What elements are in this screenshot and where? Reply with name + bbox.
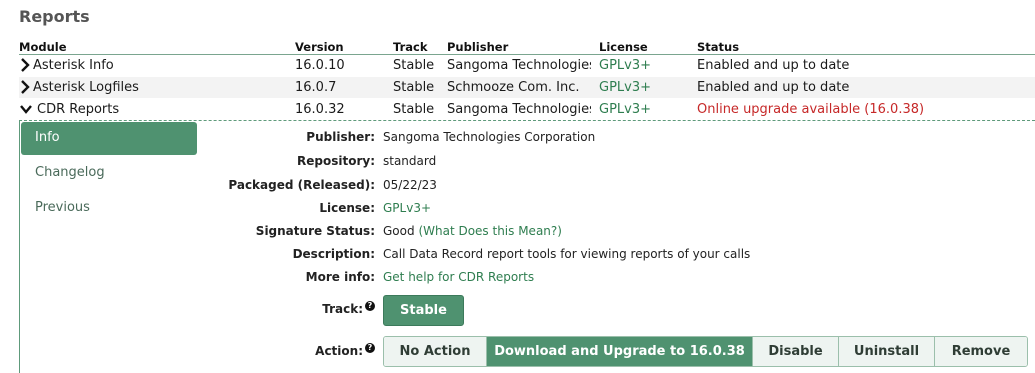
module-row-asterisk-info[interactable]: Asterisk Info 16.0.10 Stable Sangoma Tec… <box>19 55 1035 76</box>
download-upgrade-button[interactable]: Download and Upgrade to 16.0.38 <box>487 337 753 366</box>
sidebar-item-changelog[interactable]: Changelog <box>21 157 197 190</box>
column-header-module[interactable]: Module <box>19 40 67 54</box>
sidebar-item-previous[interactable]: Previous <box>21 192 197 225</box>
module-version: 16.0.32 <box>295 102 345 117</box>
help-circle-icon[interactable]: ? <box>365 301 375 311</box>
action-label-text: Action: <box>315 344 363 358</box>
action-button-group: No Action Download and Upgrade to 16.0.3… <box>383 336 1028 367</box>
description-value: Call Data Record report tools for viewin… <box>383 247 751 261</box>
track-label-text: Track: <box>322 302 363 316</box>
module-publisher: Sangoma Technologies Corporation <box>447 58 591 73</box>
module-license-link[interactable]: GPLv3+ <box>599 58 651 73</box>
module-track: Stable <box>393 80 435 95</box>
section-title: Reports <box>19 7 90 26</box>
publisher-label: Publisher: <box>306 130 375 144</box>
publisher-value: Sangoma Technologies Corporation <box>383 130 596 144</box>
details-divider <box>19 120 1035 121</box>
repository-label: Repository: <box>297 154 375 168</box>
repository-value: standard <box>383 154 437 168</box>
signature-status: Good <box>383 224 415 238</box>
module-version: 16.0.10 <box>295 58 345 73</box>
moreinfo-link[interactable]: Get help for CDR Reports <box>383 270 534 284</box>
signature-help-link[interactable]: (What Does this Mean?) <box>418 224 562 238</box>
description-label: Description: <box>292 247 375 261</box>
module-name: Asterisk Logfiles <box>33 80 139 95</box>
track-label: Track:? <box>322 301 375 316</box>
module-version: 16.0.7 <box>295 80 337 95</box>
module-publisher: Schmooze Com. Inc. <box>447 80 580 95</box>
module-license-link[interactable]: GPLv3+ <box>599 102 651 117</box>
chevron-down-icon[interactable] <box>20 102 32 116</box>
chevron-right-icon[interactable] <box>20 80 30 94</box>
column-header-publisher[interactable]: Publisher <box>447 40 508 54</box>
help-circle-icon[interactable]: ? <box>365 343 375 353</box>
remove-button[interactable]: Remove <box>935 337 1027 366</box>
chevron-right-icon[interactable] <box>20 58 30 72</box>
module-row-asterisk-logfiles[interactable]: Asterisk Logfiles 16.0.7 Stable Schmooze… <box>19 77 1035 98</box>
signature-label: Signature Status: <box>255 224 375 238</box>
module-name: CDR Reports <box>37 102 120 117</box>
column-header-status[interactable]: Status <box>697 40 739 54</box>
no-action-button[interactable]: No Action <box>384 337 487 366</box>
license-label: License: <box>319 201 375 215</box>
module-publisher: Sangoma Technologies Corporation <box>447 102 591 117</box>
signature-value: Good (What Does this Mean?) <box>383 224 562 238</box>
action-label: Action:? <box>315 343 375 358</box>
packaged-value: 05/22/23 <box>383 178 437 192</box>
details-border <box>19 121 20 373</box>
module-row-cdr-reports[interactable]: CDR Reports 16.0.32 Stable Sangoma Techn… <box>19 99 1035 120</box>
uninstall-button[interactable]: Uninstall <box>839 337 935 366</box>
column-header-license[interactable]: License <box>599 40 648 54</box>
column-header-version[interactable]: Version <box>295 40 344 54</box>
module-status: Enabled and up to date <box>697 58 850 73</box>
module-status-upgrade: Online upgrade available (16.0.38) <box>697 102 925 117</box>
module-license-link[interactable]: GPLv3+ <box>599 80 651 95</box>
column-header-track[interactable]: Track <box>393 40 427 54</box>
module-name: Asterisk Info <box>33 58 114 73</box>
module-track: Stable <box>393 102 435 117</box>
module-status: Enabled and up to date <box>697 80 850 95</box>
moreinfo-label: More info: <box>305 270 375 284</box>
sidebar-item-info[interactable]: Info <box>21 122 197 155</box>
module-track: Stable <box>393 58 435 73</box>
packaged-label: Packaged (Released): <box>228 178 375 192</box>
track-stable-button[interactable]: Stable <box>383 295 464 326</box>
license-link[interactable]: GPLv3+ <box>383 201 431 215</box>
disable-button[interactable]: Disable <box>753 337 839 366</box>
